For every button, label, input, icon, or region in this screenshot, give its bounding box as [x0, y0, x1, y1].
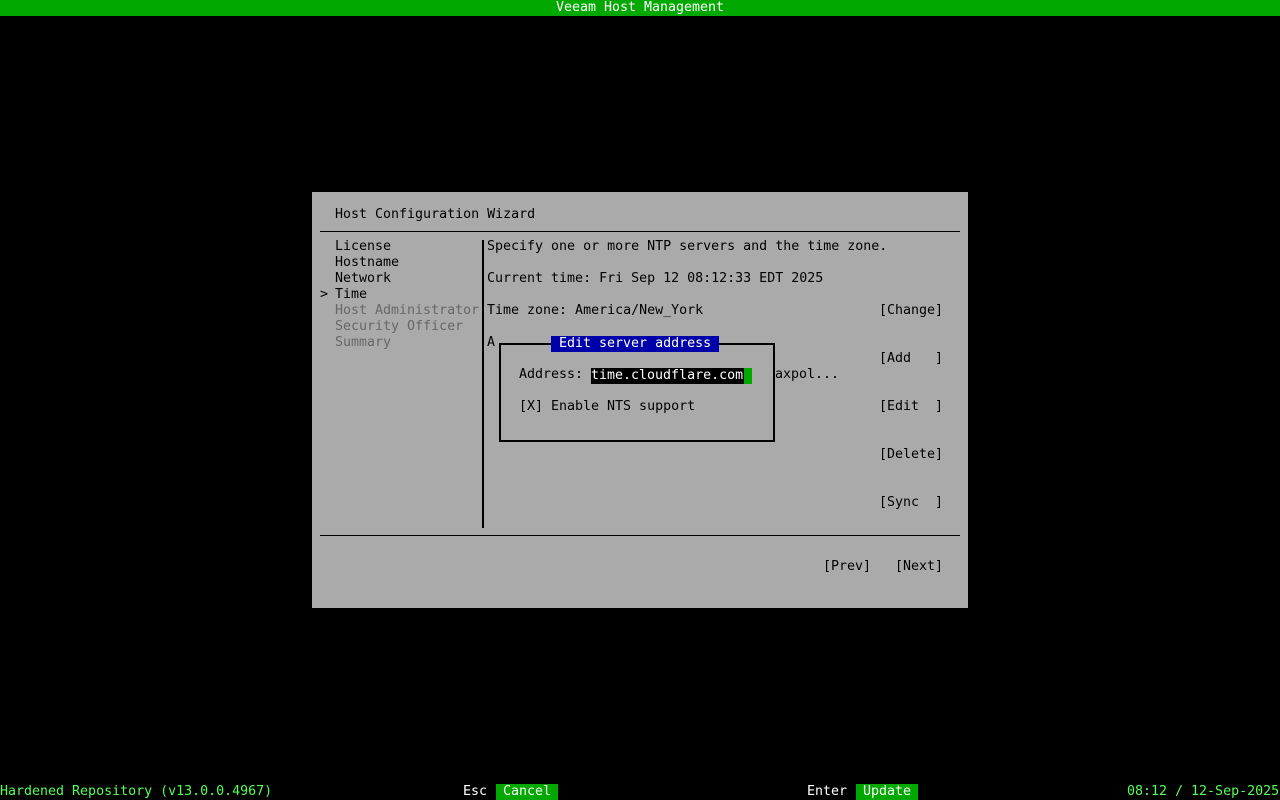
- add-server-button[interactable]: [Add ]: [879, 351, 943, 367]
- footer-divider: [320, 535, 960, 536]
- nts-checkbox[interactable]: [X]: [519, 399, 543, 415]
- change-timezone-button[interactable]: [Change]: [879, 303, 943, 319]
- clock: 08:12 / 12-Sep-2025: [1127, 784, 1280, 799]
- wizard-title: Host Configuration Wizard: [335, 207, 536, 222]
- delete-server-button[interactable]: [Delete]: [879, 447, 943, 463]
- edit-server-dialog: [499, 343, 775, 442]
- nav-item-summary: Summary: [335, 335, 392, 350]
- nav-item-network[interactable]: Network: [335, 271, 391, 287]
- address-input[interactable]: time.cloudflare.com: [591, 368, 751, 384]
- enter-key-label: Enter: [807, 784, 848, 799]
- nav-item-host-administrator: Host Administrator: [335, 303, 480, 318]
- nav-item-security-officer: Security Officer: [335, 319, 464, 334]
- obscured-server-entry: axpol...: [775, 367, 840, 382]
- esc-key-label: Esc: [463, 784, 488, 799]
- update-action[interactable]: Update: [856, 784, 919, 800]
- obscured-list-text: A: [487, 335, 496, 350]
- nts-checkbox-label: Enable NTS support: [551, 399, 696, 414]
- nav-item-license[interactable]: License: [335, 239, 391, 255]
- current-time: Current time: Fri Sep 12 08:12:33 EDT 20…: [487, 271, 824, 286]
- nav-item-time[interactable]: Time: [335, 287, 367, 303]
- edit-server-button[interactable]: [Edit ]: [879, 399, 943, 415]
- sync-button[interactable]: [Sync ]: [879, 495, 943, 511]
- cancel-action[interactable]: Cancel: [496, 784, 559, 800]
- current-step-marker-icon: >: [320, 287, 329, 302]
- next-button[interactable]: [Next]: [895, 559, 943, 575]
- header-divider: [320, 231, 960, 232]
- app-title: Veeam Host Management: [555, 0, 725, 15]
- app-title-bar: Veeam Host Management: [0, 0, 1280, 16]
- prev-button[interactable]: [Prev]: [823, 559, 871, 575]
- text-cursor: [744, 368, 752, 384]
- time-zone: Time zone: America/New_York: [487, 303, 704, 318]
- nav-item-hostname[interactable]: Hostname: [335, 255, 399, 271]
- address-label: Address:: [519, 367, 584, 382]
- dialog-title: Edit server address: [551, 336, 720, 352]
- product-version: Hardened Repository (v13.0.0.4967): [0, 784, 273, 799]
- nav-divider: [482, 240, 484, 528]
- intro-text: Specify one or more NTP servers and the …: [487, 239, 888, 254]
